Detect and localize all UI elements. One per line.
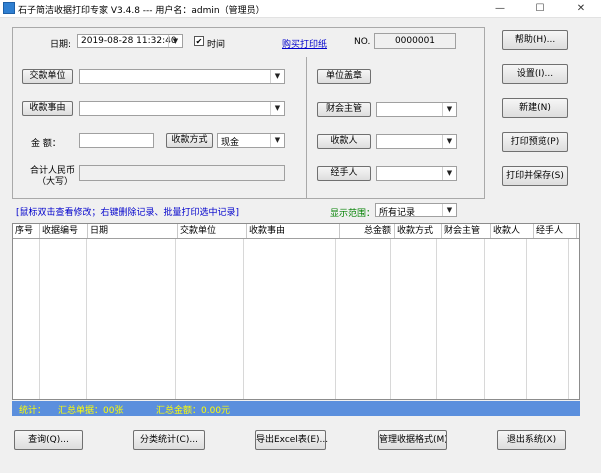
chevron-down-icon: ▼	[442, 204, 456, 216]
column-header[interactable]: 序号	[13, 224, 40, 238]
method-value: 现金	[221, 138, 240, 148]
manage-format-button[interactable]: 管理收据格式(M)...	[378, 430, 447, 450]
grid-line	[568, 239, 569, 399]
grid-line	[335, 239, 336, 399]
handler-button[interactable]: 经手人	[317, 166, 371, 181]
column-header[interactable]: 总金额	[340, 224, 395, 238]
amount-input[interactable]	[79, 133, 154, 148]
rmb-caps-label: （大写）	[37, 177, 74, 187]
column-header[interactable]: 收款事由	[247, 224, 340, 238]
chevron-down-icon: ▼	[442, 167, 456, 180]
date-label: 日期:	[50, 40, 72, 50]
list-hint: [鼠标双击查看修改；右键删除记录、批量打印选中记录]	[16, 208, 240, 218]
grid-line	[243, 239, 244, 399]
receipt-count: 汇总单据：00张	[58, 406, 124, 416]
chevron-down-icon: ▼	[442, 135, 456, 148]
buy-paper-link[interactable]: 购买打印纸	[282, 37, 327, 50]
finance-combo[interactable]: ▼	[376, 102, 457, 117]
payer-combo[interactable]: ▼	[79, 69, 285, 84]
grid-line	[86, 239, 87, 399]
reason-combo[interactable]: ▼	[79, 101, 285, 116]
chevron-down-icon: ▼	[270, 70, 284, 83]
title-bar: 石子简洁收据打印专家 V3.4.8 --- 用户名：admin（管理员） — ☐…	[0, 0, 601, 18]
grid-line	[175, 239, 176, 399]
classify-stats-button[interactable]: 分类统计(C)...	[133, 430, 205, 450]
range-combo[interactable]: 所有记录 ▼	[375, 203, 457, 218]
column-header[interactable]: 交款单位	[178, 224, 247, 238]
new-button[interactable]: 新建(N)	[502, 98, 568, 118]
stats-label: 统计：	[19, 406, 47, 416]
chevron-down-icon: ▼	[442, 103, 456, 116]
column-header[interactable]: 财会主管	[442, 224, 491, 238]
close-icon[interactable]: ✕	[566, 1, 596, 16]
settings-button[interactable]: 设置(I)...	[502, 64, 568, 84]
method-combo[interactable]: 现金 ▼	[217, 133, 285, 148]
minimize-icon[interactable]: —	[485, 1, 515, 16]
column-header[interactable]: 收款方式	[395, 224, 442, 238]
table-header: 序号 收据编号 日期 交款单位 收款事由 总金额 收款方式 财会主管 收款人 经…	[13, 224, 579, 239]
amount-label: 金 额：	[31, 139, 61, 149]
exit-button[interactable]: 退出系统(X)	[497, 430, 566, 450]
query-button[interactable]: 查询(Q)...	[14, 430, 83, 450]
print-preview-button[interactable]: 打印预览(P)	[502, 132, 568, 152]
amount-total: 汇总金额：0.00元	[156, 406, 231, 416]
window-title: 石子简洁收据打印专家 V3.4.8 --- 用户名：admin（管理员）	[18, 6, 265, 16]
column-header[interactable]: 收据编号	[40, 224, 88, 238]
maximize-icon[interactable]: ☐	[525, 1, 555, 16]
date-value: 2019-08-28 11:32:40	[81, 36, 177, 46]
column-header[interactable]: 经手人	[534, 224, 577, 238]
chevron-down-icon: ▼	[270, 134, 284, 147]
grid-line	[390, 239, 391, 399]
form-divider	[306, 57, 307, 199]
print-save-button[interactable]: 打印并保存(S)	[502, 166, 568, 186]
payer-button[interactable]: 交款单位	[22, 69, 73, 84]
finance-button[interactable]: 财会主管	[317, 102, 371, 117]
grid-line	[39, 239, 40, 399]
records-table[interactable]: 序号 收据编号 日期 交款单位 收款事由 总金额 收款方式 财会主管 收款人 经…	[12, 223, 580, 400]
range-value: 所有记录	[379, 208, 416, 218]
receiver-button[interactable]: 收款人	[317, 134, 371, 149]
date-picker[interactable]: 2019-08-28 11:32:40 ▼	[77, 34, 183, 48]
help-button[interactable]: 帮助(H)...	[502, 30, 568, 50]
range-label: 显示范围：	[330, 209, 376, 219]
chevron-down-icon: ▼	[270, 102, 284, 115]
rmb-uppercase-field	[79, 165, 285, 181]
export-excel-button[interactable]: 导出Excel表(E)...	[255, 430, 328, 450]
grid-line	[484, 239, 485, 399]
app-icon	[3, 2, 15, 14]
column-header[interactable]: 收款人	[491, 224, 534, 238]
handler-combo[interactable]: ▼	[376, 166, 457, 181]
receipt-number-field: 0000001	[374, 33, 456, 49]
grid-line	[436, 239, 437, 399]
chevron-down-icon: ▼	[168, 35, 182, 47]
time-label: 时间	[207, 40, 226, 50]
column-header[interactable]: 日期	[88, 224, 178, 238]
time-checkbox[interactable]: ✔	[194, 36, 204, 46]
reason-button[interactable]: 收款事由	[22, 101, 73, 116]
method-button[interactable]: 收款方式	[166, 133, 213, 148]
receiver-combo[interactable]: ▼	[376, 134, 457, 149]
no-label: NO.	[354, 37, 371, 47]
status-bar: 统计： 汇总单据：00张 汇总金额：0.00元	[12, 401, 580, 416]
seal-button[interactable]: 单位盖章	[317, 69, 371, 84]
grid-line	[526, 239, 527, 399]
